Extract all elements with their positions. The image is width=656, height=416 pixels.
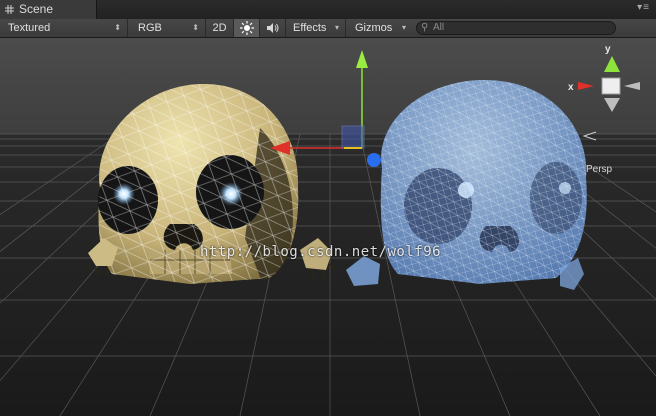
gizmo-x-label: x [568, 82, 574, 93]
scene-window: Scene ▾≡ Textured ⬍ RGB ⬍ 2D Effects ▾ G… [0, 0, 656, 416]
gizmo-y-label: y [605, 44, 611, 55]
2d-toggle-button[interactable]: 2D [206, 19, 234, 37]
scene-canvas[interactable]: y x [0, 38, 656, 416]
shading-mode-label: Textured [8, 22, 51, 34]
2d-label: 2D [212, 22, 227, 34]
gizmo-center-cube[interactable] [601, 77, 621, 95]
shading-mode-dropdown[interactable]: Textured ⬍ [0, 19, 128, 37]
search-input[interactable]: ⚲ All [416, 21, 616, 35]
scene-viewport[interactable]: y x Persp http://blog.csdn.net/wolf96 [0, 38, 656, 416]
projection-label[interactable]: Persp [586, 164, 612, 175]
effects-dropdown[interactable]: Effects ▾ [286, 19, 346, 37]
z-axis-handle[interactable] [367, 153, 381, 167]
watermark-text: http://blog.csdn.net/wolf96 [200, 244, 442, 260]
tab-scene[interactable]: Scene [0, 0, 97, 19]
speaker-icon [266, 23, 278, 33]
tab-label: Scene [19, 2, 54, 16]
render-mode-label: RGB [138, 22, 162, 34]
dropdown-arrow-icon: ▾ [401, 23, 406, 32]
gizmos-dropdown[interactable]: Gizmos ▾ [346, 19, 412, 37]
lighting-toggle-button[interactable] [234, 19, 260, 37]
audio-toggle-button[interactable] [260, 19, 286, 37]
xy-plane-handle[interactable] [341, 125, 365, 149]
updown-arrow-icon: ⬍ [192, 23, 199, 32]
tab-bar: Scene ▾≡ [0, 0, 656, 20]
grid-icon [5, 5, 14, 14]
sun-icon [239, 21, 254, 35]
search-icon: ⚲ [421, 22, 429, 33]
updown-arrow-icon: ⬍ [114, 23, 121, 32]
search-placeholder: All [433, 22, 445, 33]
dropdown-arrow-icon: ▾ [334, 23, 339, 32]
render-mode-dropdown[interactable]: RGB ⬍ [128, 19, 206, 37]
effects-label: Effects [293, 22, 327, 34]
window-menu-icon[interactable]: ▾≡ [637, 2, 650, 13]
scene-toolbar: Textured ⬍ RGB ⬍ 2D Effects ▾ Gizmos ▾ ⚲… [0, 19, 656, 38]
gizmos-label: Gizmos [355, 22, 393, 34]
